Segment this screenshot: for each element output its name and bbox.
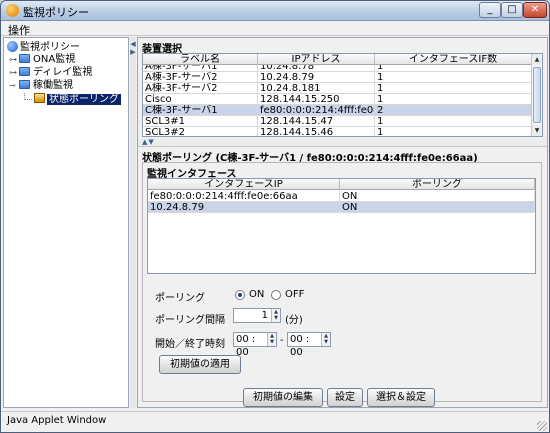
- cell-label: A棟-3F-サーバ2: [143, 72, 258, 83]
- menu-operation[interactable]: 操作: [8, 22, 30, 38]
- stepper-arrows-icon[interactable]: ▲ ▼: [321, 333, 330, 346]
- cell-label: A棟-3F-サーバ2: [143, 83, 258, 94]
- maximize-button[interactable]: □: [501, 2, 523, 18]
- polling-icon: [34, 93, 45, 103]
- polling-on-label[interactable]: ON: [249, 289, 264, 300]
- app-icon: [6, 4, 19, 17]
- iface-table-header: インタフェースIP ポーリング: [148, 179, 535, 190]
- iface-table: インタフェースIP ポーリング fe80:0:0:0:214:4fff:fe0e…: [147, 178, 536, 274]
- scroll-up-icon[interactable]: ▲: [532, 54, 542, 65]
- globe-icon: [7, 41, 18, 52]
- splitter-arrows-icon[interactable]: ▲▼: [142, 138, 155, 146]
- set-button[interactable]: 設定: [327, 388, 363, 407]
- expand-right-icon[interactable]: ▶: [130, 48, 136, 56]
- start-time-stepper[interactable]: 00 : 00 ▲ ▼: [233, 332, 277, 358]
- polling-label: ポーリング: [155, 293, 205, 304]
- apply-default-button[interactable]: 初期値の適用: [159, 355, 241, 374]
- collapse-left-icon[interactable]: ◀: [130, 40, 136, 48]
- scroll-thumb[interactable]: [533, 67, 541, 123]
- edit-default-button[interactable]: 初期値の編集: [243, 388, 323, 407]
- folder-open-icon: [19, 80, 30, 89]
- interval-unit: (分): [285, 315, 303, 326]
- polling-off-label[interactable]: OFF: [285, 289, 304, 300]
- horizontal-splitter[interactable]: ▲▼: [138, 138, 547, 147]
- tree-root[interactable]: 監視ポリシー: [7, 41, 80, 54]
- device-table: ラベル名 IPアドレス インタフェースIF数 A棟-3F-サーバ1 10.24.…: [142, 53, 543, 137]
- polling-groupbox: 監視インタフェース インタフェースIP ポーリング fe80:0:0:0:214…: [142, 162, 542, 402]
- stepper-arrows-icon[interactable]: ▲ ▼: [267, 333, 276, 346]
- tree-item-delay[interactable]: ⊶ ディレイ監視: [9, 67, 92, 80]
- device-table-scrollbar[interactable]: ▲ ▼: [531, 54, 542, 136]
- title-bar: 監視ポリシー _ □ ✕: [1, 1, 549, 21]
- time-label: 開始／終了時刻: [155, 339, 225, 350]
- cell-ip: 10.24.8.79: [258, 72, 375, 83]
- menu-bar: 操作: [1, 21, 549, 38]
- app-window: 監視ポリシー _ □ ✕ 操作 監視ポリシー ⊶ ONA監視 ⊶ ディレイ監視 ⊸ 稼…: [0, 0, 550, 433]
- cell-if-count: 1: [375, 83, 532, 94]
- cell-iface-ip: fe80:0:0:0:214:4fff:fe0e:66aa: [148, 191, 340, 202]
- close-button[interactable]: ✕: [523, 2, 547, 18]
- end-time-value[interactable]: 00 : 00: [290, 333, 320, 359]
- col-iface-ip[interactable]: インタフェースIP: [148, 179, 340, 190]
- minimize-button[interactable]: _: [479, 2, 501, 18]
- tree-root-label: 監視ポリシー: [20, 42, 80, 53]
- cell-label: SCL3#1: [143, 116, 258, 127]
- select-set-button[interactable]: 選択＆設定: [367, 388, 435, 407]
- tree-item-label: 状態ポーリング: [47, 94, 121, 105]
- interval-stepper[interactable]: 1 ▲ ▼: [233, 308, 281, 323]
- tree-connector: [24, 93, 32, 100]
- status-text: Java Applet Window: [7, 415, 107, 426]
- collapse-icon[interactable]: ⊸: [9, 80, 19, 92]
- cell-if-count: 2: [375, 105, 532, 116]
- tree-item-label: 稼働監視: [33, 80, 73, 91]
- interval-value[interactable]: 1: [236, 309, 270, 322]
- expand-icon[interactable]: ⊶: [9, 54, 19, 66]
- resize-grip-icon[interactable]: [537, 421, 547, 431]
- right-panel: 装置選択 ラベル名 IPアドレス インタフェースIF数 A棟-3F-サーバ1 1…: [137, 37, 548, 408]
- vertical-splitter[interactable]: ◀ ▶: [130, 37, 136, 408]
- col-ip-address[interactable]: IPアドレス: [258, 54, 375, 65]
- col-label-name[interactable]: ラベル名: [143, 54, 258, 65]
- tree-item-ona[interactable]: ⊶ ONA監視: [9, 54, 75, 67]
- time-separator: -: [280, 335, 284, 346]
- cell-if-count: 1: [375, 72, 532, 83]
- cell-if-count: 1: [375, 116, 532, 127]
- expand-icon[interactable]: ⊶: [9, 67, 19, 79]
- end-time-stepper[interactable]: 00 : 00 ▲ ▼: [287, 332, 331, 358]
- polling-off-radio[interactable]: [271, 290, 281, 300]
- polling-on-radio[interactable]: [235, 290, 245, 300]
- cell-iface-ip: 10.24.8.79: [148, 202, 340, 213]
- col-if-count[interactable]: インタフェースIF数: [375, 54, 532, 65]
- cell-ip: fe80:0:0:0:214:4fff:fe0e:66aa: [258, 105, 375, 116]
- cell-if-count: 1: [375, 127, 532, 136]
- cell-if-count: 1: [375, 94, 532, 105]
- col-polling[interactable]: ポーリング: [340, 179, 535, 190]
- cell-label: SCL3#2: [143, 127, 258, 136]
- cell-label: Cisco: [143, 94, 258, 105]
- device-table-header-overlay: ラベル名 IPアドレス インタフェースIF数: [143, 54, 532, 65]
- cell-label: C棟-3F-サーバ1: [143, 105, 258, 116]
- cell-ip: 128.144.15.46: [258, 127, 375, 136]
- start-time-value[interactable]: 00 : 00: [236, 333, 266, 359]
- policy-tree: 監視ポリシー ⊶ ONA監視 ⊶ ディレイ監視 ⊸ 稼働監視 状態ポーリング: [3, 37, 129, 408]
- folder-icon: [19, 67, 30, 76]
- tree-item-status-polling[interactable]: 状態ポーリング: [24, 93, 121, 106]
- tree-item-operation[interactable]: ⊸ 稼働監視: [9, 80, 73, 93]
- folder-icon: [19, 54, 30, 63]
- cell-ip: 10.24.8.181: [258, 83, 375, 94]
- interval-label: ポーリング間隔: [155, 315, 225, 326]
- cell-ip: 128.144.15.250: [258, 94, 375, 105]
- status-bar: Java Applet Window: [1, 411, 549, 432]
- cell-polling: ON: [340, 191, 535, 202]
- tree-item-label: ディレイ監視: [33, 67, 93, 78]
- window-title: 監視ポリシー: [23, 6, 89, 19]
- cell-ip: 128.144.15.47: [258, 116, 375, 127]
- stepper-arrows-icon[interactable]: ▲ ▼: [271, 309, 280, 322]
- tree-item-label: ONA監視: [33, 54, 76, 65]
- cell-polling: ON: [340, 202, 535, 213]
- scroll-down-icon[interactable]: ▼: [532, 125, 542, 136]
